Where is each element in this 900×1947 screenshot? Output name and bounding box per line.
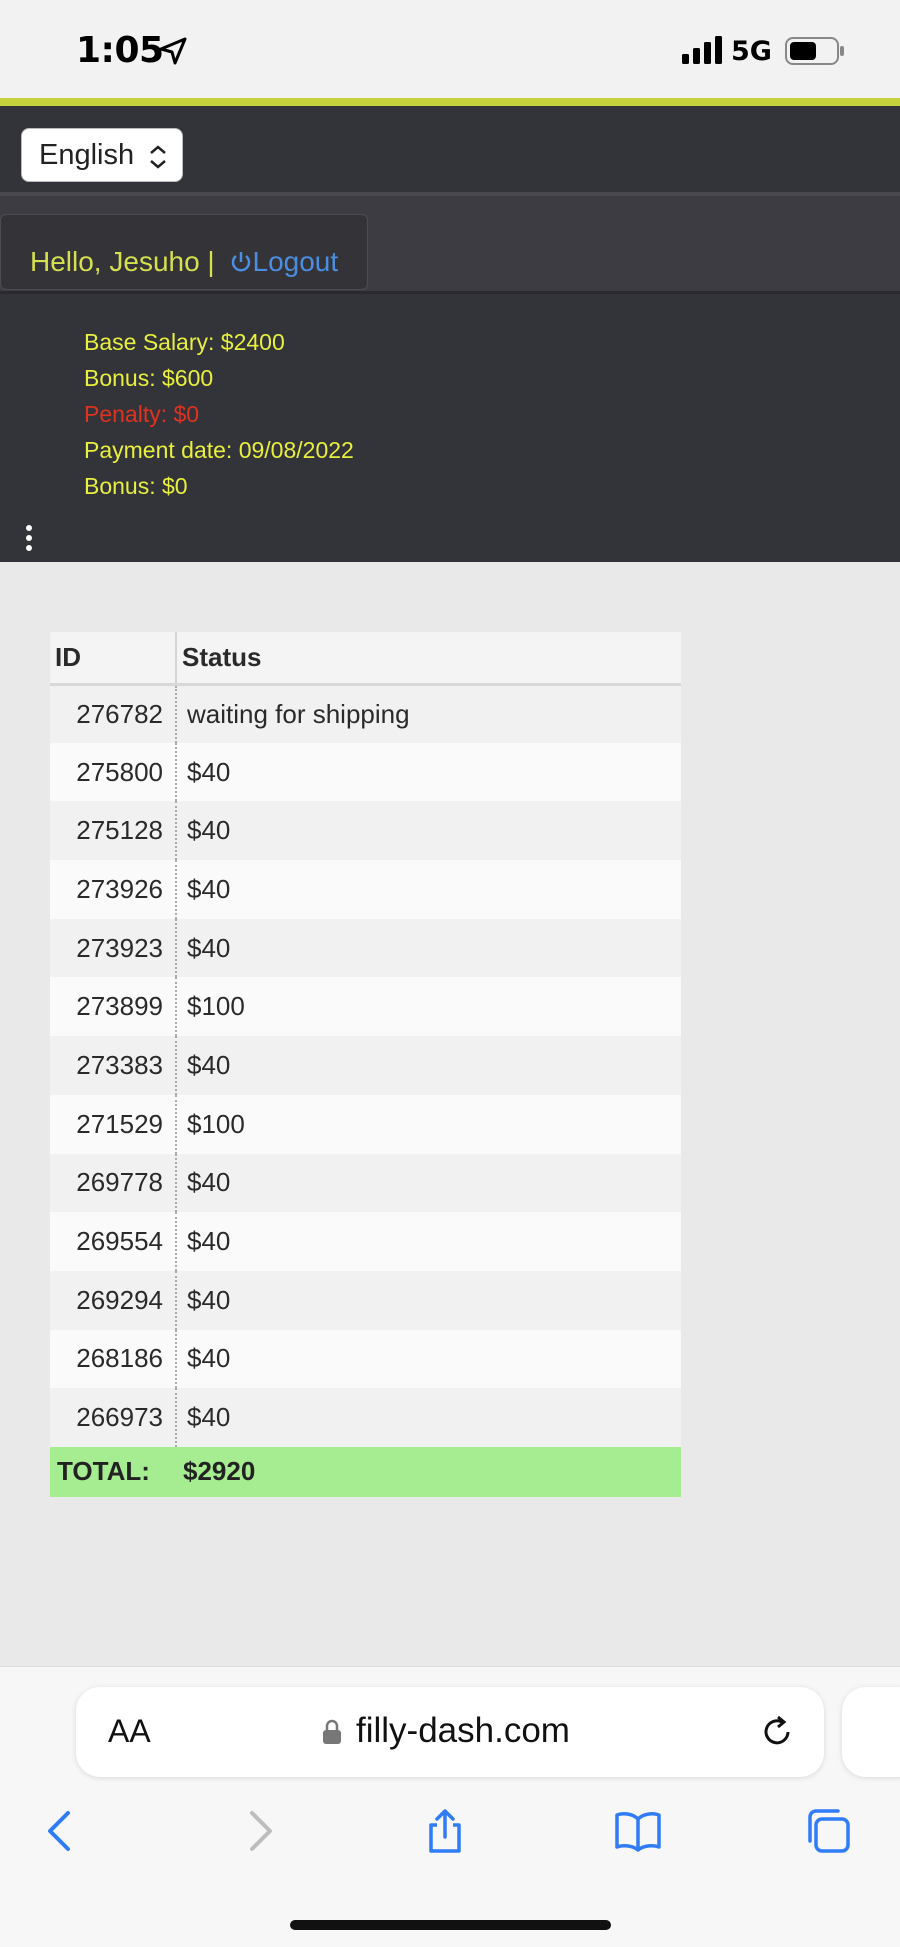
order-id-cell: 269554: [50, 1212, 177, 1271]
order-id-cell: 273923: [50, 918, 177, 978]
status-time: 1:05: [76, 30, 164, 71]
table-row: 275128 $40: [50, 801, 681, 861]
text-size-button[interactable]: AA: [108, 1713, 151, 1750]
address-bar[interactable]: AA filly-dash.com: [76, 1687, 824, 1777]
order-status-cell: $40: [187, 873, 231, 904]
status-bar: 1:05 5G: [0, 0, 900, 100]
table-row: 273899 $100: [50, 977, 681, 1037]
language-select-value: English: [39, 139, 135, 171]
order-id-cell: 271529: [50, 1094, 177, 1154]
network-label: 5G: [731, 36, 772, 67]
order-status-cell: $40: [187, 815, 231, 846]
share-icon[interactable]: [421, 1807, 469, 1855]
browser-toolbar: AA filly-dash.com: [0, 1666, 900, 1947]
total-label: TOTAL:: [50, 1446, 176, 1497]
order-id-cell: 269294: [50, 1270, 177, 1330]
forward-icon[interactable]: [234, 1807, 282, 1855]
order-status-cell: $40: [187, 1226, 231, 1257]
table-row: 269554 $40: [50, 1212, 681, 1271]
table-row: 271529 $100: [50, 1094, 681, 1154]
logout-link[interactable]: Logout: [253, 246, 339, 277]
greeting-text: Hello, Jesuho |: [30, 246, 223, 277]
table-row: 269294 $40: [50, 1270, 681, 1330]
bonus-extra: Bonus: $0: [84, 473, 188, 499]
order-id-cell: 276782: [50, 684, 177, 743]
reload-icon[interactable]: [758, 1713, 796, 1751]
battery-icon: [785, 37, 844, 65]
table-row: 266973 $40: [50, 1388, 681, 1447]
column-header-status[interactable]: Status: [176, 632, 681, 686]
table-row: 273923 $40: [50, 918, 681, 978]
order-id-cell: 275128: [50, 801, 177, 861]
signal-bars-icon: [682, 36, 722, 64]
table-row: 273926 $40: [50, 860, 681, 919]
page-header: English Hello, Jesuho | Logout Base Sala…: [0, 106, 900, 562]
language-select[interactable]: English: [21, 128, 183, 182]
order-id-cell: 268186: [50, 1329, 177, 1389]
order-status-cell: waiting for shipping: [187, 698, 410, 729]
order-status-cell: $40: [187, 756, 231, 787]
power-icon[interactable]: [229, 250, 253, 274]
orders-table-container: ID Status 276782 waiting for shipping 2758…: [50, 632, 681, 1497]
bookmarks-icon[interactable]: [614, 1807, 662, 1855]
lock-icon: [323, 1719, 341, 1744]
order-id-cell: 273383: [50, 1036, 177, 1095]
order-status-cell: $40: [187, 1167, 231, 1198]
url-domain[interactable]: filly-dash.com: [356, 1711, 570, 1751]
table-row: 273383 $40: [50, 1036, 681, 1095]
chevron-up-down-icon: [150, 145, 166, 169]
column-header-id[interactable]: ID: [50, 632, 177, 686]
table-row: 268186 $40: [50, 1329, 681, 1389]
orders-table: ID Status 276782 waiting for shipping 2758…: [50, 632, 681, 1497]
user-greeting: Hello, Jesuho | Logout: [30, 246, 338, 278]
order-id-cell: 275800: [50, 742, 177, 802]
next-tab-preview[interactable]: [842, 1687, 900, 1777]
order-id-cell: 273899: [50, 977, 177, 1037]
order-status-cell: $40: [187, 1343, 231, 1374]
base-salary: Base Salary: $2400: [84, 329, 285, 355]
order-id-cell: 269778: [50, 1153, 177, 1213]
home-indicator: [290, 1920, 611, 1930]
salary-info: Base Salary: $2400 Bonus: $600 Penalty: …: [84, 324, 354, 504]
bonus: Bonus: $600: [84, 365, 214, 391]
order-status-cell: $100: [187, 991, 245, 1022]
accent-line: [0, 98, 900, 106]
order-id-cell: 266973: [50, 1388, 177, 1447]
table-row: 269778 $40: [50, 1153, 681, 1213]
table-row: 276782 waiting for shipping: [50, 684, 681, 743]
order-status-cell: $40: [187, 1049, 231, 1080]
order-status-cell: $40: [187, 1284, 231, 1315]
location-arrow-icon: [159, 37, 187, 65]
total-value: $2920: [176, 1446, 681, 1497]
payment-date: Payment date: 09/08/2022: [84, 437, 354, 463]
more-menu-icon[interactable]: [24, 525, 34, 551]
tabs-icon[interactable]: [804, 1807, 852, 1855]
table-header-row: ID Status: [50, 632, 681, 686]
order-status-cell: $40: [187, 1402, 231, 1433]
back-icon[interactable]: [38, 1807, 86, 1855]
order-id-cell: 273926: [50, 860, 177, 919]
table-row: 275800 $40: [50, 742, 681, 802]
order-status-cell: $100: [187, 1108, 245, 1139]
total-row: TOTAL: $2920: [50, 1446, 681, 1497]
order-status-cell: $40: [187, 932, 231, 963]
penalty: Penalty: $0: [84, 401, 200, 427]
